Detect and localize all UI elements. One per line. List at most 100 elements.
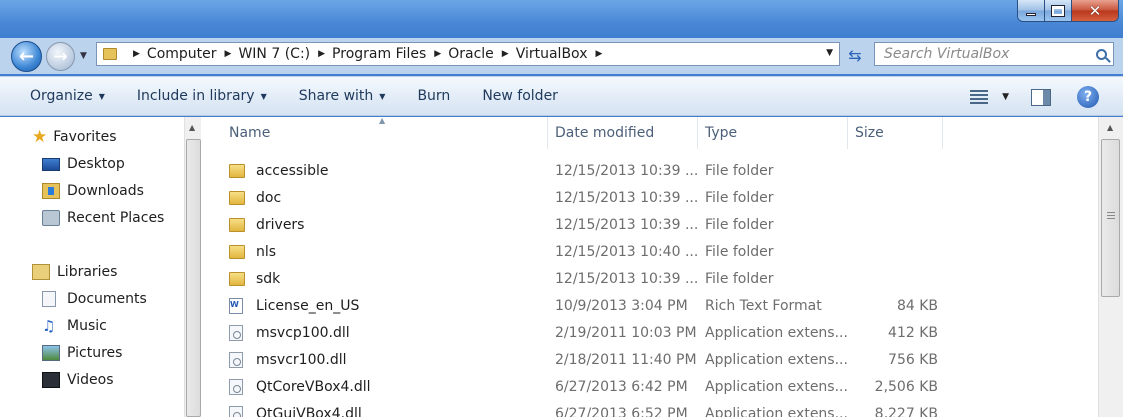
view-controls: ▼ ?: [970, 77, 1123, 117]
breadcrumb-program-files[interactable]: Program Files ▶: [332, 46, 448, 62]
forward-button[interactable]: →: [46, 42, 75, 71]
file-name-cell: accessible: [229, 157, 328, 184]
file-size: [851, 211, 938, 238]
file-list-scrollbar[interactable]: ▲: [1098, 117, 1123, 417]
scroll-up-icon[interactable]: ▲: [1107, 123, 1113, 132]
column-header-name[interactable]: ▲ Name: [207, 117, 548, 149]
address-bar[interactable]: ▶ Computer ▶ WIN 7 (C:) ▶ Program Files …: [96, 42, 840, 66]
breadcrumb-label: Program Files: [332, 46, 427, 62]
nav-libraries[interactable]: Libraries: [32, 264, 117, 280]
file-size: [851, 184, 938, 211]
recent-pages-dropdown[interactable]: ▼: [80, 51, 87, 61]
maximize-button[interactable]: [1045, 0, 1072, 21]
share-with-button[interactable]: Share with ▼: [283, 76, 402, 116]
column-header-date-modified[interactable]: Date modified: [548, 117, 698, 149]
address-dropdown-icon[interactable]: ▼: [826, 48, 833, 58]
nav-downloads[interactable]: Downloads: [42, 183, 144, 199]
new-folder-button[interactable]: New folder: [466, 76, 574, 116]
breadcrumb-computer[interactable]: Computer ▶: [147, 46, 239, 62]
help-icon[interactable]: ?: [1077, 86, 1099, 108]
file-row[interactable]: QtGuiVBox4.dll 6/27/2013 6:52 PM Applica…: [207, 400, 1098, 417]
nav-label: Downloads: [67, 183, 144, 199]
file-name-cell: nls: [229, 238, 276, 265]
chevron-right-icon[interactable]: ▶: [502, 49, 509, 59]
scroll-up-icon[interactable]: ▲: [189, 123, 195, 132]
nav-label: Recent Places: [67, 210, 165, 226]
chevron-right-icon[interactable]: ▶: [434, 49, 441, 59]
back-button[interactable]: ←: [11, 41, 42, 72]
nav-label: Favorites: [53, 129, 117, 145]
nav-desktop[interactable]: Desktop: [42, 156, 125, 172]
folder-icon: [229, 244, 245, 259]
file-row[interactable]: msvcp100.dll 2/19/2011 10:03 PM Applicat…: [207, 319, 1098, 346]
file-row[interactable]: accessible 12/15/2013 10:39 ... File fol…: [207, 157, 1098, 184]
file-size: 84 KB: [896, 297, 938, 314]
file-name-cell: drivers: [229, 211, 304, 238]
organize-button[interactable]: Organize ▼: [0, 76, 121, 116]
folder-icon: [229, 190, 245, 205]
arrow-left-icon: ←: [18, 46, 35, 67]
breadcrumb-drive[interactable]: WIN 7 (C:) ▶: [238, 46, 332, 62]
include-in-library-label: Include in library: [136, 88, 255, 104]
column-header-type[interactable]: Type: [698, 117, 848, 149]
title-bar: ✕: [0, 0, 1123, 38]
file-name-cell: QtCoreVBox4.dll: [229, 373, 371, 400]
file-row[interactable]: msvcr100.dll 2/18/2011 11:40 PM Applicat…: [207, 346, 1098, 373]
search-box[interactable]: Search VirtualBox: [874, 42, 1114, 66]
chevron-right-icon[interactable]: ▶: [225, 49, 232, 59]
nav-music[interactable]: ♫ Music: [42, 318, 107, 334]
file-date: 12/15/2013 10:39 ...: [555, 162, 699, 179]
nav-videos[interactable]: Videos: [42, 372, 114, 388]
file-row[interactable]: QtCoreVBox4.dll 6/27/2013 6:42 PM Applic…: [207, 373, 1098, 400]
documents-icon: [42, 291, 56, 307]
file-type: Application extens...: [705, 378, 848, 395]
downloads-icon: [42, 183, 60, 199]
preview-pane-icon[interactable]: [1031, 88, 1051, 106]
chevron-right-icon[interactable]: ▶: [318, 49, 325, 59]
minimize-button[interactable]: [1018, 0, 1045, 21]
scrollbar-thumb[interactable]: [186, 139, 201, 417]
search-input[interactable]: Search VirtualBox: [884, 46, 1089, 62]
pictures-icon: [42, 345, 60, 361]
burn-button[interactable]: Burn: [401, 76, 466, 116]
file-row[interactable]: doc 12/15/2013 10:39 ... File folder: [207, 184, 1098, 211]
file-type: Application extens...: [705, 324, 848, 341]
chevron-right-icon[interactable]: ▶: [133, 49, 140, 59]
nav-recent-places[interactable]: Recent Places: [42, 210, 164, 226]
sort-ascending-icon: ▲: [379, 117, 386, 125]
scrollbar-thumb[interactable]: [1101, 139, 1120, 297]
file-row[interactable]: sdk 12/15/2013 10:39 ... File folder: [207, 265, 1098, 292]
refresh-button[interactable]: ⇆: [842, 43, 868, 67]
file-type: Application extens...: [705, 405, 848, 417]
breadcrumb-oracle[interactable]: Oracle ▶: [448, 46, 515, 62]
caret-down-icon: ▼: [379, 91, 386, 101]
file-type: Rich Text Format: [705, 297, 822, 314]
navigation-scrollbar[interactable]: ▲: [184, 117, 201, 417]
breadcrumb-virtualbox[interactable]: VirtualBox ▶: [516, 46, 610, 62]
caret-down-icon: ▼: [260, 91, 267, 101]
file-row[interactable]: nls 12/15/2013 10:40 ... File folder: [207, 238, 1098, 265]
chevron-right-icon[interactable]: ▶: [595, 49, 602, 59]
include-in-library-button[interactable]: Include in library ▼: [121, 76, 283, 116]
file-row[interactable]: License_en_US 10/9/2013 3:04 PM Rich Tex…: [207, 292, 1098, 319]
folder-icon: [229, 271, 245, 286]
view-options-dropdown[interactable]: ▼: [1002, 92, 1009, 102]
rich-text-document-icon: [229, 297, 243, 314]
column-header-size[interactable]: Size: [848, 117, 943, 149]
close-button[interactable]: ✕: [1072, 0, 1118, 21]
nav-pictures[interactable]: Pictures: [42, 345, 122, 361]
change-view-icon[interactable]: [970, 90, 989, 104]
file-date: 2/18/2011 11:40 PM: [555, 351, 697, 368]
file-name: doc: [256, 189, 282, 206]
file-name-cell: QtGuiVBox4.dll: [229, 400, 362, 417]
nav-label: Libraries: [57, 264, 118, 280]
nav-favorites[interactable]: ★ Favorites: [32, 129, 117, 146]
search-icon[interactable]: [1089, 48, 1113, 60]
nav-label: Documents: [67, 291, 147, 307]
column-label: Size: [855, 125, 884, 141]
nav-documents[interactable]: Documents: [42, 291, 147, 307]
file-row[interactable]: drivers 12/15/2013 10:39 ... File folder: [207, 211, 1098, 238]
file-date: 12/15/2013 10:39 ...: [555, 189, 699, 206]
file-name: drivers: [256, 216, 305, 233]
file-date: 12/15/2013 10:39 ...: [555, 270, 699, 287]
